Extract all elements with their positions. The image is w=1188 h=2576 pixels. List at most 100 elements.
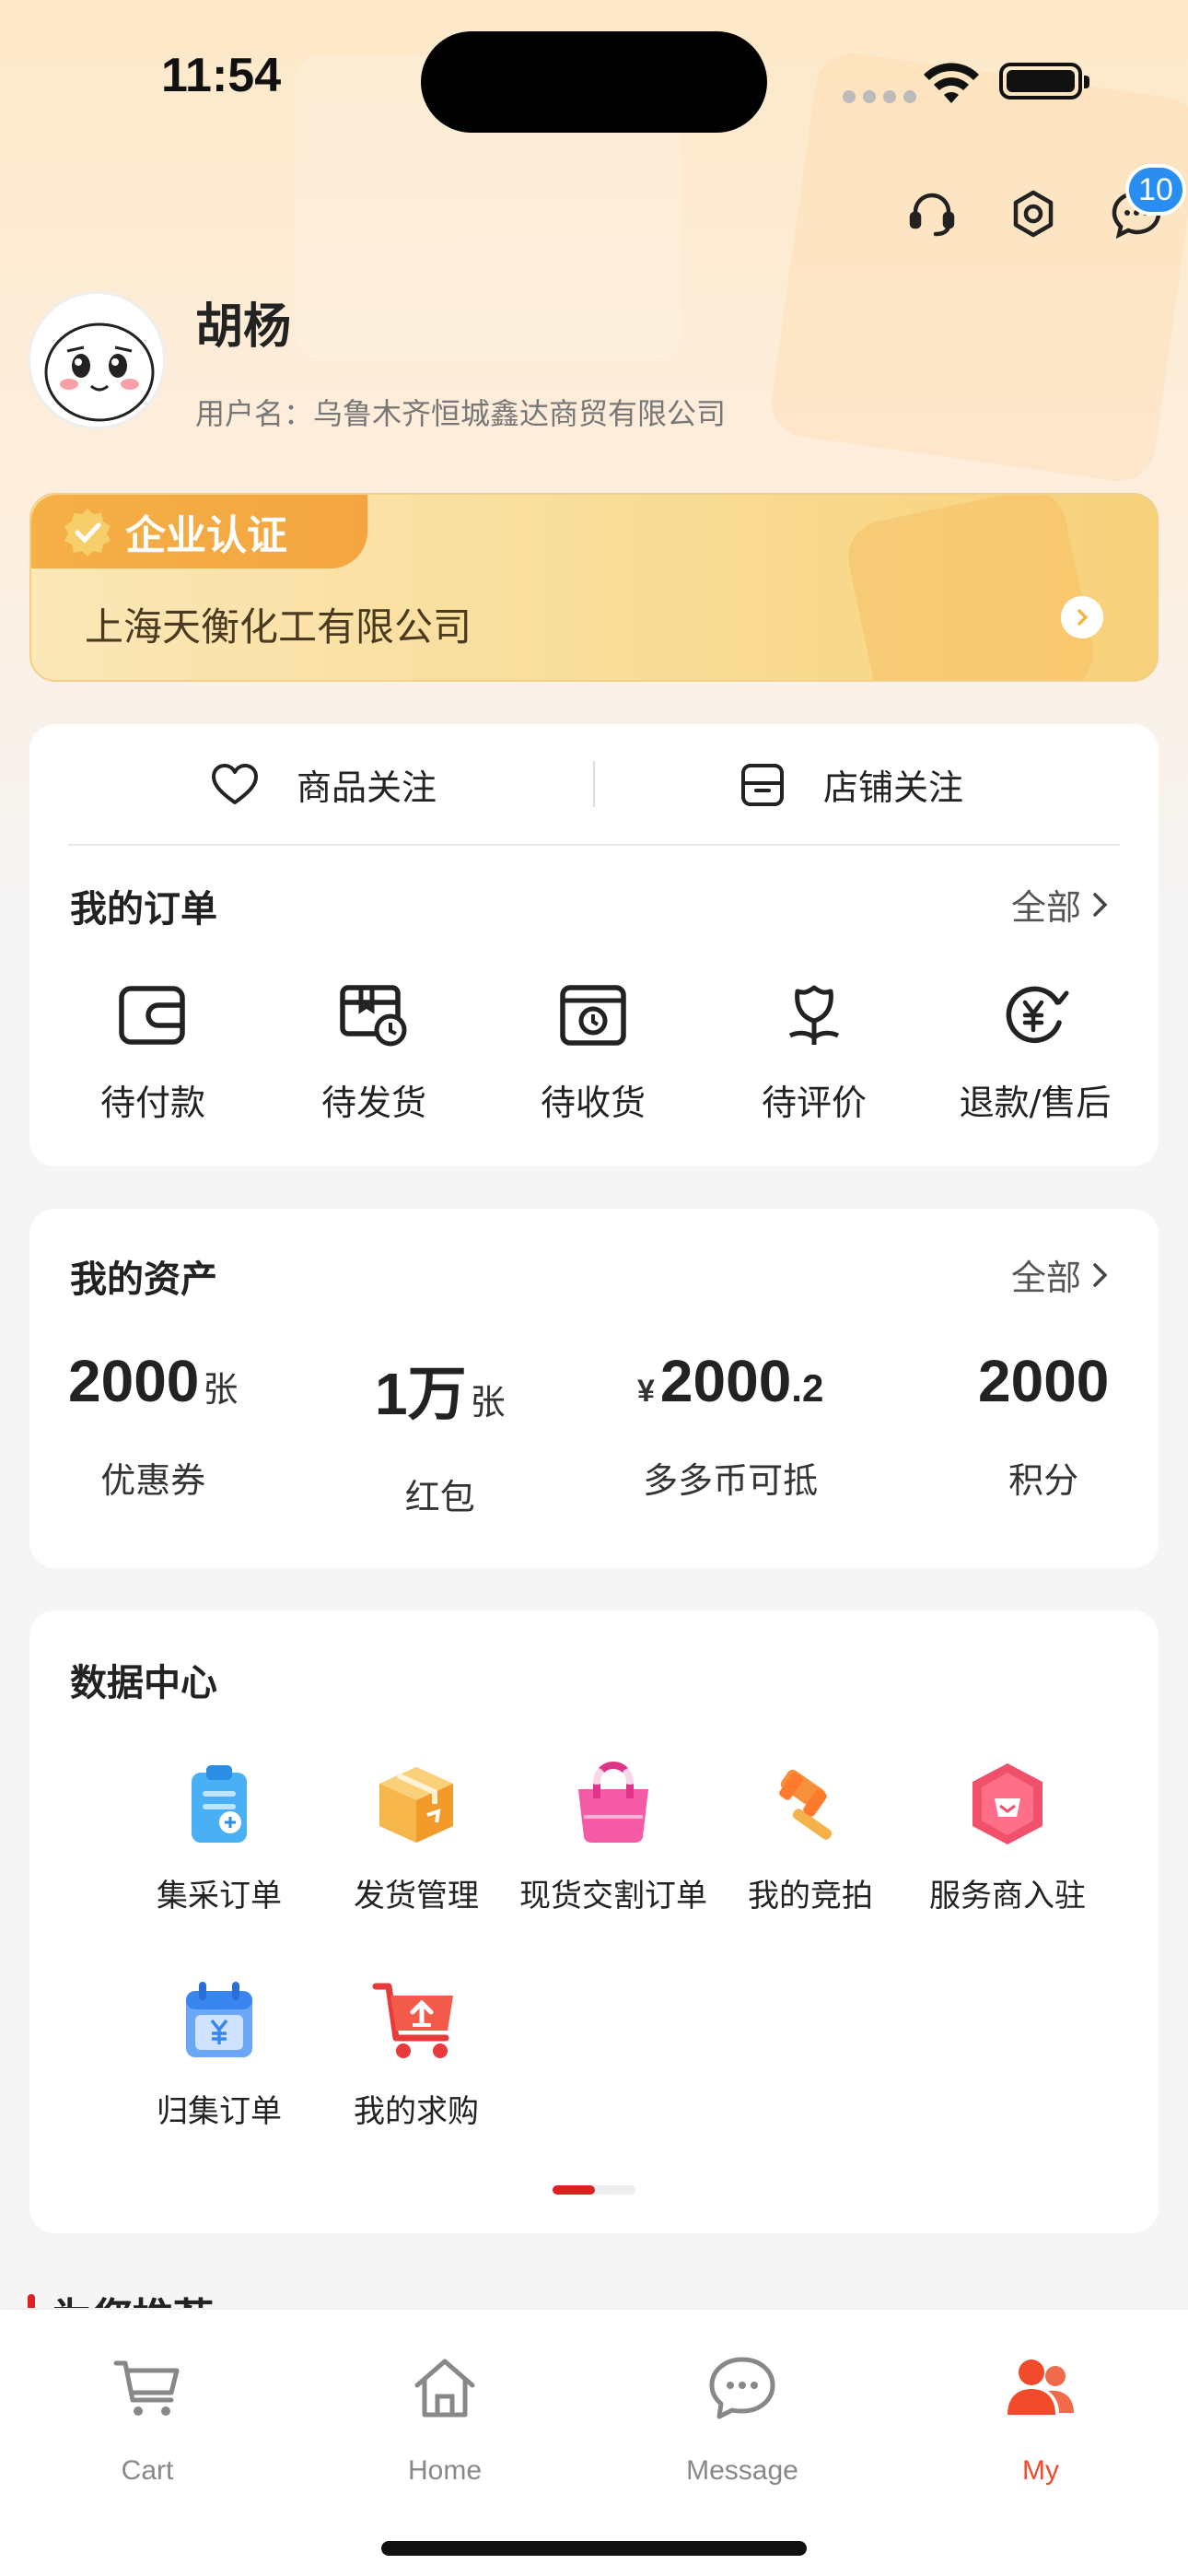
- product-follow-button[interactable]: 商品关注: [210, 759, 437, 810]
- cart-icon: [106, 2347, 189, 2430]
- data-center-label: 我的求购: [354, 2093, 479, 2130]
- status-bar: 11:54: [0, 0, 1188, 147]
- chevron-right-icon: [1093, 892, 1108, 917]
- cellular-signal-icon: [843, 90, 916, 103]
- asset-value: ¥2000.2: [637, 1348, 824, 1414]
- bag-icon: [567, 1758, 659, 1850]
- tab-label: Home: [407, 2455, 483, 2486]
- order-pending-receipt[interactable]: 待收货: [501, 978, 685, 1125]
- data-center-title: 数据中心: [70, 1662, 217, 1704]
- tab-label: My: [1022, 2455, 1059, 2486]
- order-status-label: 待收货: [540, 1083, 646, 1123]
- store-icon: [741, 763, 784, 806]
- asset-value: 1万张: [375, 1361, 506, 1427]
- follow-row: 商品关注 店铺关注: [29, 724, 1159, 844]
- tab-label: Message: [686, 2455, 798, 2486]
- data-center-label: 我的竞拍: [748, 1878, 873, 1914]
- shield-icon: [961, 1758, 1054, 1850]
- home-indicator: [381, 2541, 807, 2556]
- tab-cart[interactable]: Cart: [55, 2347, 239, 2487]
- data-center-item[interactable]: 发货管理: [317, 1758, 516, 1915]
- asset-coupons[interactable]: 2000 张 优惠券: [68, 1347, 238, 1503]
- data-center-label: 服务商入驻: [929, 1878, 1086, 1914]
- chevron-right-icon: [1093, 1262, 1108, 1287]
- orders-card: 商品关注 店铺关注 我的订单 全部 待付款 待发货 待收货 待评价 退款/售后: [29, 724, 1159, 1166]
- home-icon: [403, 2347, 486, 2430]
- status-time: 11:54: [161, 49, 282, 102]
- product-follow-label: 商品关注: [297, 767, 437, 808]
- divider: [68, 844, 1120, 846]
- tab-label: Cart: [121, 2455, 174, 2486]
- order-pending-review[interactable]: 待评价: [722, 978, 906, 1125]
- chevron-right-icon[interactable]: [1061, 596, 1103, 638]
- verified-badge-icon: [64, 509, 111, 556]
- assets-title: 我的资产: [70, 1259, 217, 1301]
- calendar-yen-icon: [173, 1973, 265, 2066]
- order-status-grid: 待付款 待发货 待收货 待评价 退款/售后: [29, 978, 1159, 1163]
- data-center-label: 现货交割订单: [519, 1878, 707, 1914]
- wifi-icon: [921, 59, 982, 109]
- gavel-icon: [764, 1758, 856, 1850]
- bottom-tab-bar: Cart Home Message My: [0, 2308, 1188, 2576]
- message-icon: [701, 2347, 784, 2430]
- asset-value: 2000: [978, 1348, 1110, 1414]
- orders-view-all-label: 全部: [1010, 887, 1081, 928]
- data-center-item[interactable]: 现货交割订单: [514, 1758, 713, 1915]
- profile-name: 胡杨: [195, 299, 292, 355]
- data-center-item[interactable]: 服务商入驻: [908, 1758, 1107, 1915]
- asset-label: 优惠券: [100, 1460, 206, 1501]
- store-follow-button[interactable]: 店铺关注: [739, 759, 963, 810]
- tab-home[interactable]: Home: [353, 2347, 537, 2487]
- asset-label: 红包: [404, 1477, 475, 1517]
- order-pending-payment[interactable]: 待付款: [61, 978, 245, 1125]
- avatar[interactable]: [28, 291, 166, 429]
- asset-points[interactable]: 2000 积分: [978, 1347, 1109, 1503]
- store-follow-label: 店铺关注: [823, 767, 964, 808]
- data-center-item[interactable]: 我的竞拍: [711, 1758, 910, 1915]
- heart-icon: [212, 763, 258, 804]
- battery-icon: [999, 63, 1089, 100]
- assets-grid: 2000 张 优惠券 1万张 红包 ¥2000.2 多多币可抵 2000 积分: [29, 1347, 1159, 1531]
- data-center-card: 数据中心 集采订单 发货管理 现货交割订单 我的竞拍 服务商入驻 归集订单 我的…: [29, 1610, 1159, 2233]
- order-status-label: 退款/售后: [959, 1083, 1112, 1123]
- dynamic-island: [421, 31, 767, 133]
- package-icon: [370, 1758, 462, 1850]
- cart-upload-icon: [370, 1973, 462, 2066]
- enterprise-company-name: 上海天衡化工有限公司: [85, 604, 472, 650]
- enterprise-certification-card[interactable]: 企业认证 上海天衡化工有限公司: [29, 493, 1159, 682]
- enterprise-tag-label: 企业认证: [125, 512, 287, 559]
- data-center-item[interactable]: 我的求购: [317, 1973, 516, 2131]
- data-center-label: 归集订单: [157, 2093, 282, 2130]
- divider: [593, 761, 595, 807]
- data-center-label: 集采订单: [157, 1878, 282, 1914]
- assets-view-all-label: 全部: [1010, 1258, 1081, 1298]
- tab-my[interactable]: My: [949, 2347, 1133, 2487]
- enterprise-tag: 企业认证: [31, 495, 367, 568]
- asset-coins[interactable]: ¥2000.2 多多币可抵: [637, 1347, 823, 1503]
- orders-view-all[interactable]: 全部: [1011, 879, 1111, 930]
- tab-message[interactable]: Message: [650, 2347, 834, 2487]
- data-center-label: 发货管理: [354, 1878, 479, 1914]
- order-status-label: 待发货: [320, 1083, 426, 1123]
- order-status-label: 待付款: [99, 1083, 205, 1123]
- message-badge: 10: [1125, 164, 1186, 216]
- order-pending-shipment[interactable]: 待发货: [282, 978, 466, 1125]
- asset-red-packets[interactable]: 1万张 红包: [375, 1347, 506, 1519]
- page-indicator: [553, 2185, 635, 2195]
- data-center-item[interactable]: 集采订单: [120, 1758, 319, 1915]
- order-refund-aftersales[interactable]: 退款/售后: [943, 978, 1127, 1125]
- settings-gear-icon[interactable]: [1004, 184, 1063, 243]
- refund-yen-icon: [998, 978, 1072, 1052]
- receive-box-icon: [556, 978, 630, 1052]
- customer-service-icon[interactable]: [903, 184, 961, 243]
- profile-username: 用户名：乌鲁木齐恒城鑫达商贸有限公司: [195, 396, 727, 431]
- ship-clock-icon: [337, 978, 411, 1052]
- wallet-icon: [116, 978, 190, 1052]
- assets-view-all[interactable]: 全部: [1011, 1249, 1111, 1300]
- flower-review-icon: [777, 978, 851, 1052]
- asset-label: 多多币可抵: [643, 1460, 819, 1501]
- order-status-label: 待评价: [761, 1083, 867, 1123]
- enterprise-decoration: [841, 495, 1101, 680]
- asset-label: 积分: [1008, 1460, 1079, 1501]
- data-center-item[interactable]: 归集订单: [120, 1973, 319, 2131]
